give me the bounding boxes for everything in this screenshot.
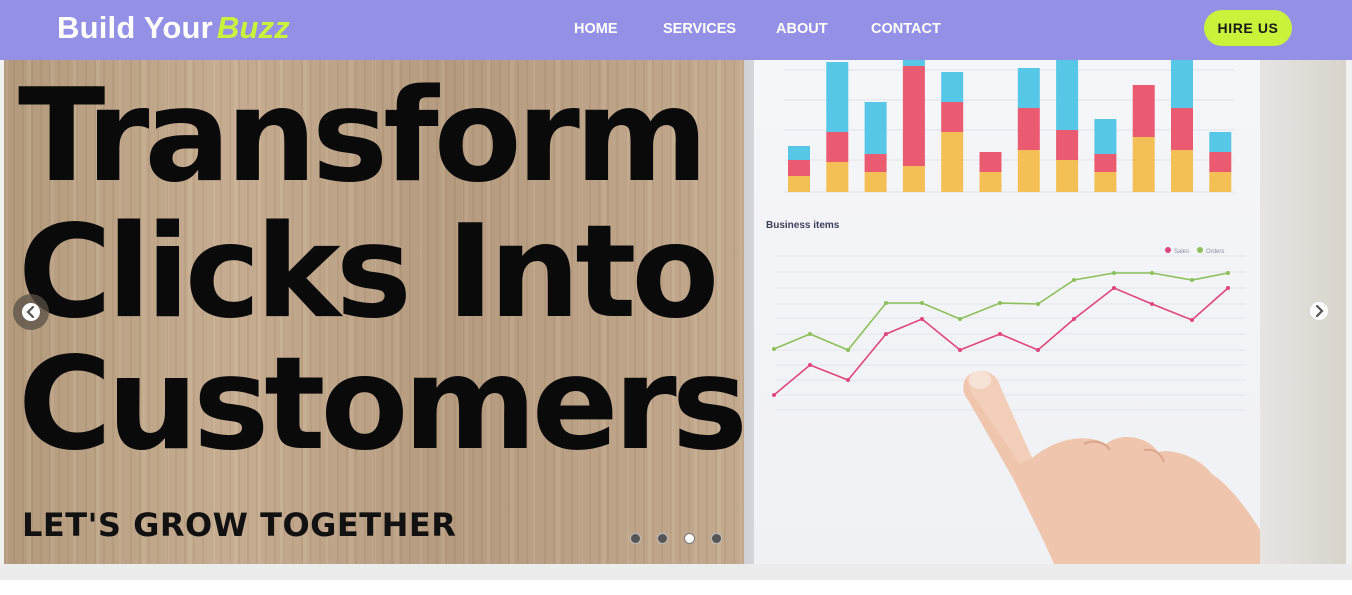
photo-bar-segment <box>788 146 810 160</box>
nav-about[interactable]: ABOUT <box>776 21 828 37</box>
photo-bar-segment <box>902 166 925 192</box>
hero-headline-line2: Clicks Into <box>18 198 719 347</box>
photo-bar-segment <box>1171 150 1193 192</box>
photo-bar-segment <box>788 160 810 176</box>
hero-headline-line3: Customers <box>18 330 748 479</box>
photo-chart-title: Business items <box>766 220 840 231</box>
photo-bar-segment <box>864 154 887 172</box>
page-background <box>0 580 1352 595</box>
photo-bar-segment <box>1171 60 1193 108</box>
photo-charts-illustration: Business items Sales Orders <box>766 60 1260 564</box>
photo-bar-segment <box>1094 119 1117 154</box>
carousel-dot[interactable] <box>630 533 641 544</box>
pointing-hand-illustration <box>963 371 1260 564</box>
brand-text-accent: Buzz <box>216 10 290 45</box>
chart-paper: Business items Sales Orders <box>754 60 1260 564</box>
carousel-prev-button[interactable] <box>13 294 49 330</box>
photo-bar-segment <box>1056 130 1079 160</box>
hero-headline-line1: Transform <box>18 62 708 211</box>
photo-bar-segment <box>902 66 925 166</box>
photo-bar-segment <box>941 72 964 102</box>
chevron-left-icon <box>22 303 40 321</box>
hero-tagline: LET'S GROW TOGETHER <box>22 506 457 544</box>
desk-surface <box>1260 60 1346 564</box>
photo-legend-sales: Sales <box>1174 249 1189 255</box>
photo-bar-chart <box>788 60 1232 192</box>
nav-contact[interactable]: CONTACT <box>871 21 941 37</box>
photo-bar-segment <box>826 62 849 132</box>
photo-bar-segment <box>1017 150 1040 192</box>
photo-bar-segment <box>826 162 849 192</box>
photo-bar-segment <box>1094 154 1117 172</box>
photo-bar-segment <box>826 132 849 162</box>
navbar: Build Your Buzz HOME SERVICES ABOUT CONTA… <box>0 0 1352 60</box>
hire-us-button[interactable]: HIRE US <box>1204 10 1292 46</box>
photo-bar-segment <box>788 176 810 192</box>
photo-bar-segment <box>902 60 925 66</box>
chevron-right-icon <box>1310 302 1328 320</box>
carousel-dot[interactable] <box>657 533 668 544</box>
photo-bar-segment <box>1132 137 1155 192</box>
hero-photo: Business items Sales Orders <box>744 60 1346 564</box>
carousel-dot[interactable] <box>711 533 722 544</box>
carousel-indicators <box>630 533 722 544</box>
photo-bar-segment <box>1056 60 1079 130</box>
photo-bar-segment <box>1209 152 1232 172</box>
photo-bar-segment <box>1209 172 1232 192</box>
nav-home[interactable]: HOME <box>574 21 618 37</box>
brand-text-main: Build Your <box>57 10 213 45</box>
photo-bar-segment <box>864 102 887 154</box>
nav-services[interactable]: SERVICES <box>663 21 736 37</box>
hero-carousel: Business items Sales Orders Transform Cl… <box>4 60 1346 564</box>
photo-bar-segment <box>1017 68 1040 108</box>
photo-bar-segment <box>979 172 1002 192</box>
photo-bar-segment <box>1017 108 1040 150</box>
photo-bar-segment <box>864 172 887 192</box>
photo-bar-segment <box>1132 85 1155 137</box>
carousel-dot[interactable] <box>684 533 695 544</box>
section-divider <box>0 564 1352 580</box>
photo-bar-segment <box>979 152 1002 172</box>
photo-bar-segment <box>941 102 964 132</box>
carousel-next-button[interactable] <box>1309 301 1329 321</box>
brand-logo[interactable]: Build Your Buzz <box>57 10 290 46</box>
photo-bar-segment <box>1171 108 1193 150</box>
photo-bar-segment <box>1209 132 1232 152</box>
photo-bar-segment <box>941 132 964 192</box>
photo-legend-orders: Orders <box>1206 249 1224 255</box>
photo-bar-segment <box>1094 172 1117 192</box>
photo-bar-segment <box>1056 160 1079 192</box>
